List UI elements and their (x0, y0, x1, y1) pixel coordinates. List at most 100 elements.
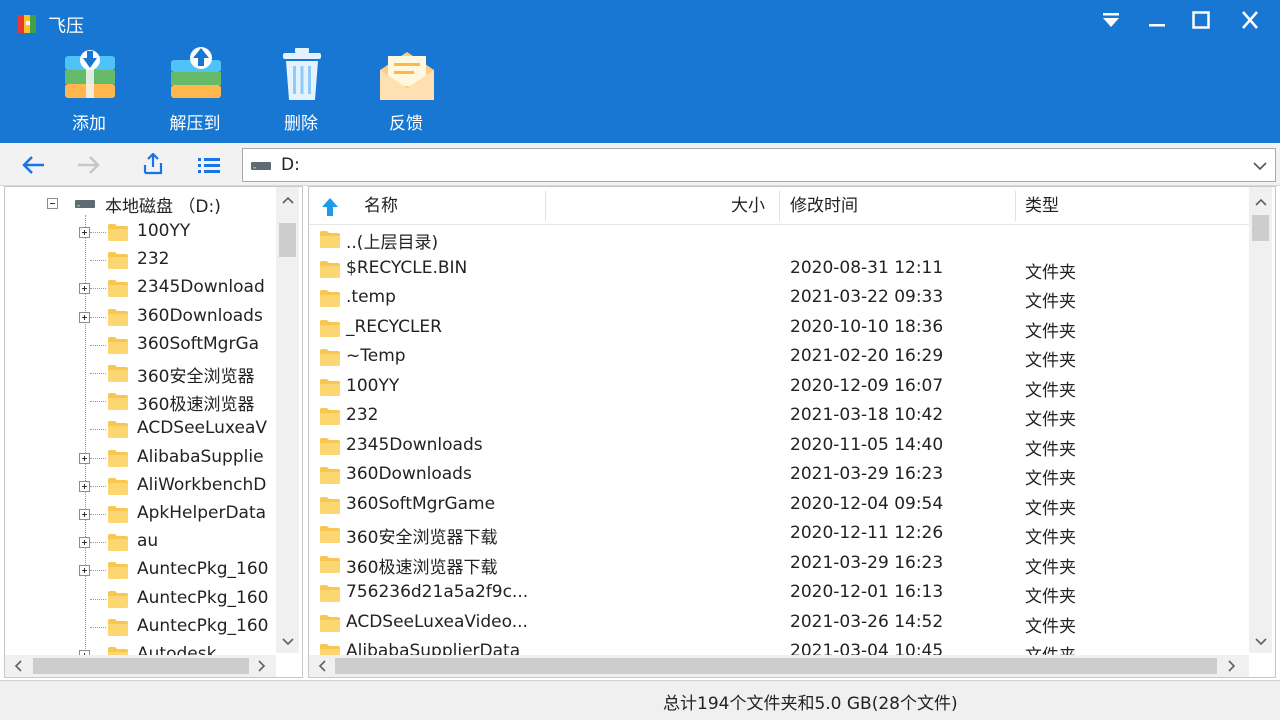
tree-item[interactable]: 360极速浏览器 (5, 387, 277, 415)
file-row[interactable]: 100YY 2020-12-09 16:07 文件夹 (309, 372, 1249, 402)
column-separator[interactable] (779, 191, 780, 221)
file-row[interactable]: _RECYCLER 2020-10-10 18:36 文件夹 (309, 313, 1249, 343)
tree-collapse-toggle[interactable] (47, 198, 58, 209)
address-path[interactable]: D: (281, 155, 300, 175)
tree-connector (90, 626, 106, 628)
chevron-left-icon (14, 660, 22, 672)
tree-expand-toggle[interactable] (79, 283, 90, 295)
scroll-left-arrow[interactable] (7, 655, 29, 677)
tree-item[interactable]: 100YY (5, 218, 277, 246)
extract-to-button[interactable]: 解压到 (149, 46, 241, 136)
tree-item[interactable]: AliWorkbenchD (5, 472, 277, 500)
tree-connector (90, 514, 106, 515)
folder-icon (319, 406, 341, 426)
list-horizontal-scrollbar[interactable] (309, 655, 1249, 677)
folder-icon (319, 495, 341, 515)
tree-expand-toggle[interactable] (79, 311, 90, 323)
folder-icon (319, 583, 341, 603)
forward-button[interactable] (74, 151, 104, 179)
tree-item[interactable]: 360SoftMgrGa (5, 331, 277, 359)
file-name: 360Downloads (346, 464, 472, 484)
scroll-thumb[interactable] (1252, 215, 1269, 241)
add-button[interactable]: 添加 (43, 46, 135, 136)
app-title: 飞压 (48, 16, 84, 37)
tree-item[interactable]: 360安全浏览器 (5, 359, 277, 387)
tree-expand-toggle[interactable] (79, 452, 90, 464)
file-row[interactable]: ..(上层目录) (309, 224, 1249, 254)
column-header-name[interactable]: 名称 (364, 187, 398, 225)
tree-connector (90, 401, 106, 403)
scroll-down-arrow[interactable] (1249, 631, 1272, 653)
arrow-up-icon[interactable] (319, 196, 341, 218)
parent-folder-button[interactable] (138, 151, 168, 179)
folder-icon (319, 554, 341, 574)
tree-item-label: AlibabaSupplie (137, 446, 264, 467)
scroll-left-arrow[interactable] (311, 655, 333, 677)
column-header-type[interactable]: 类型 (1025, 187, 1059, 225)
column-header-modified[interactable]: 修改时间 (790, 187, 858, 225)
tree-item[interactable]: AuntecPkg_160 (5, 585, 277, 613)
close-button[interactable] (1228, 6, 1272, 34)
feedback-button[interactable]: 反馈 (360, 46, 452, 136)
tree-expand-toggle[interactable] (79, 509, 90, 520)
tree-item[interactable]: 360Downloads (5, 303, 277, 331)
file-row[interactable]: 232 2021-03-18 10:42 文件夹 (309, 401, 1249, 431)
file-row[interactable]: 756236d21a5a2f9c... 2020-12-01 16:13 文件夹 (309, 578, 1249, 608)
file-row[interactable]: ~Temp 2021-02-20 16:29 文件夹 (309, 342, 1249, 372)
file-row[interactable]: ACDSeeLuxeaVideo... 2021-03-26 14:52 文件夹 (309, 608, 1249, 638)
column-header-size[interactable]: 大小 (731, 187, 765, 225)
list-vertical-scrollbar[interactable] (1249, 187, 1272, 653)
tree-expand-toggle[interactable] (79, 227, 90, 238)
file-type: 文件夹 (1025, 321, 1076, 342)
minimize-button[interactable] (1135, 6, 1179, 34)
tree-vertical-scrollbar[interactable] (276, 187, 299, 653)
tree-item[interactable]: 2345Download (5, 274, 277, 302)
file-row[interactable]: 360极速浏览器下载 2021-03-29 16:23 文件夹 (309, 549, 1249, 579)
scroll-right-arrow[interactable] (1221, 655, 1243, 677)
file-row[interactable]: .temp 2021-03-22 09:33 文件夹 (309, 283, 1249, 313)
tree-item[interactable]: AuntecPkg_160 (5, 556, 277, 584)
address-bar[interactable]: D: (242, 148, 1276, 182)
view-mode-button[interactable] (194, 151, 224, 179)
scroll-thumb[interactable] (33, 658, 249, 674)
tree-root-drive[interactable]: 本地磁盘 （D:) (5, 189, 277, 217)
delete-button[interactable]: 删除 (255, 46, 347, 136)
file-type: 文件夹 (1025, 351, 1076, 371)
file-row[interactable]: 360安全浏览器下载 2020-12-11 12:26 文件夹 (309, 519, 1249, 549)
chevron-down-icon[interactable] (1251, 157, 1269, 175)
maximize-button[interactable] (1179, 6, 1223, 34)
chevron-down-icon (1254, 638, 1267, 646)
tree-item-label: 360安全浏览器 (137, 367, 255, 387)
file-modified: 2020-12-01 16:13 (790, 582, 944, 602)
scroll-up-arrow[interactable] (276, 189, 299, 211)
scroll-right-arrow[interactable] (251, 655, 273, 677)
file-name: ACDSeeLuxeaVideo... (346, 611, 528, 632)
column-separator[interactable] (1015, 191, 1016, 221)
tree-item[interactable]: AlibabaSupplie (5, 444, 277, 472)
file-row[interactable]: $RECYCLE.BIN 2020-08-31 12:11 文件夹 (309, 254, 1249, 284)
tree-item[interactable]: AuntecPkg_160 (5, 613, 277, 641)
file-modified: 2020-11-05 14:40 (790, 434, 944, 455)
scroll-down-arrow[interactable] (276, 631, 299, 653)
tree-item[interactable]: ACDSeeLuxeaV (5, 415, 277, 443)
scroll-up-arrow[interactable] (1249, 191, 1272, 213)
back-button[interactable] (18, 151, 48, 179)
column-separator[interactable] (545, 191, 546, 221)
tree-item[interactable]: ApkHelperData (5, 500, 277, 528)
file-type: 文件夹 (1025, 292, 1076, 312)
tree-expand-toggle[interactable] (79, 565, 90, 577)
tree-expand-toggle[interactable] (79, 480, 90, 492)
file-row[interactable]: 360Downloads 2021-03-29 16:23 文件夹 (309, 460, 1249, 490)
menu-dropdown-button[interactable] (1089, 6, 1133, 34)
tree-item[interactable]: 232 (5, 246, 277, 274)
folder-icon (319, 318, 341, 338)
scroll-thumb[interactable] (279, 223, 296, 257)
tree-item[interactable]: au (5, 528, 277, 556)
file-row[interactable]: 2345Downloads 2020-11-05 14:40 文件夹 (309, 431, 1249, 461)
tree-expand-toggle[interactable] (79, 537, 90, 549)
file-row[interactable]: 360SoftMgrGame 2020-12-04 09:54 文件夹 (309, 490, 1249, 520)
scroll-thumb[interactable] (335, 658, 1217, 674)
file-name: 232 (346, 405, 379, 425)
file-type: 文件夹 (1025, 498, 1076, 519)
tree-horizontal-scrollbar[interactable] (5, 655, 276, 677)
